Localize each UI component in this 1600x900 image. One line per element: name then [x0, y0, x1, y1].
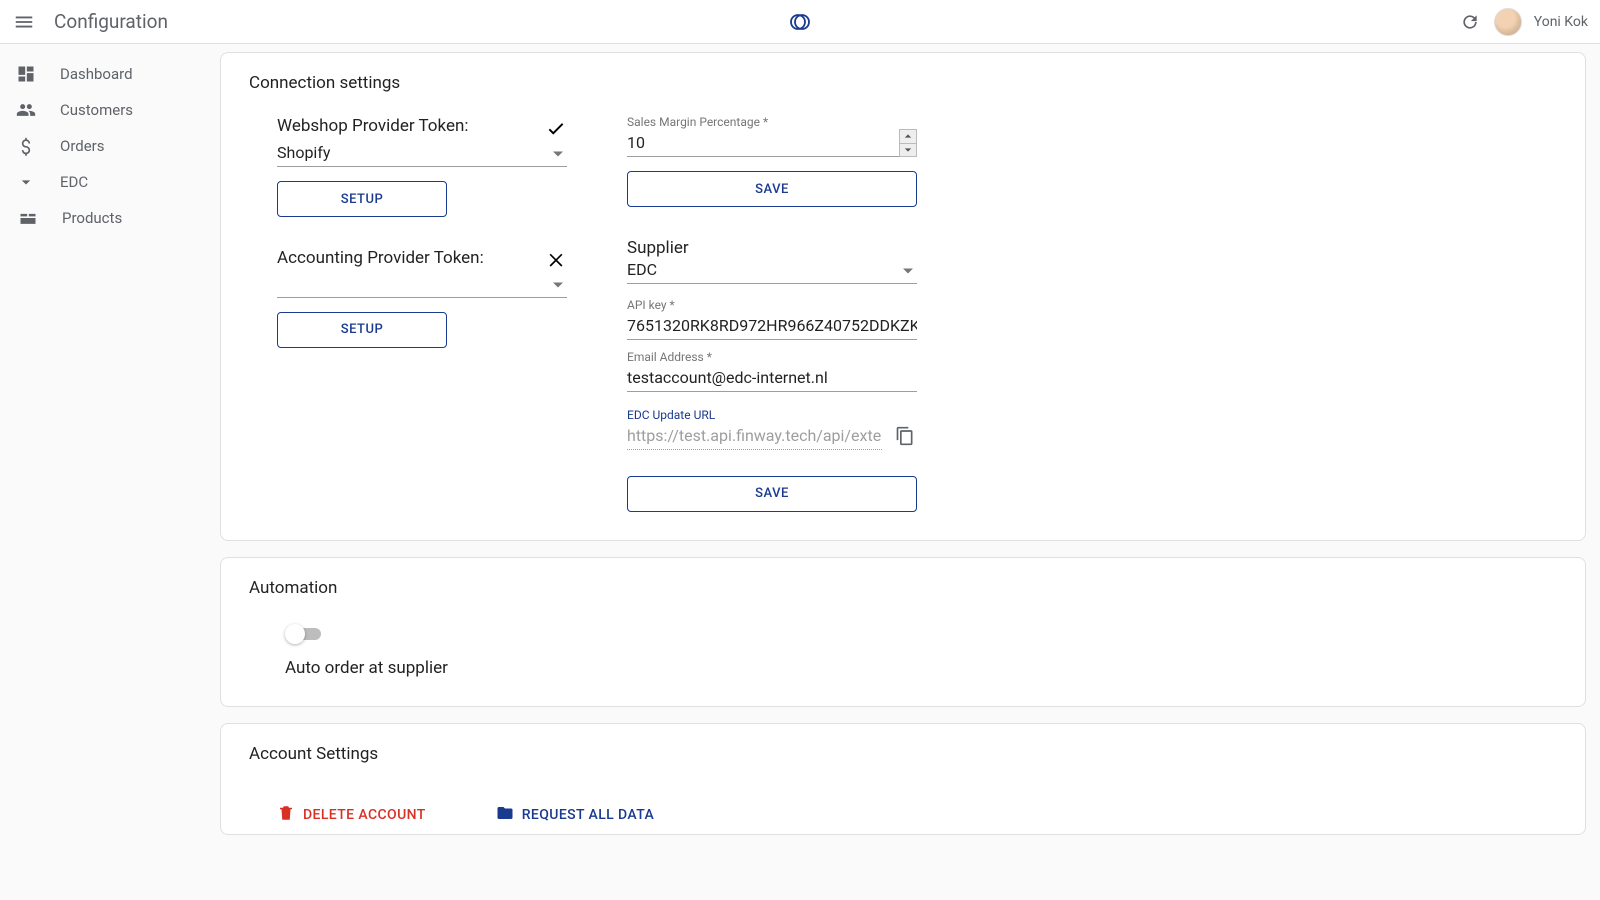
delete-account-button[interactable]: DELETE ACCOUNT: [277, 804, 426, 826]
dollar-icon: [16, 136, 36, 156]
request-data-label: REQUEST ALL DATA: [522, 807, 654, 823]
people-icon: [16, 100, 36, 120]
api-key-input[interactable]: [627, 312, 917, 340]
chevron-down-icon: [16, 172, 36, 192]
card-title: Automation: [249, 578, 1557, 598]
account-settings-card: Account Settings DELETE ACCOUNT REQUEST …: [220, 723, 1586, 835]
user-name: Yoni Kok: [1534, 14, 1588, 30]
box-icon: [18, 208, 38, 228]
accounting-setup-button[interactable]: SETUP: [277, 312, 447, 348]
sidebar-item-customers[interactable]: Customers: [0, 92, 220, 128]
supplier-select[interactable]: EDC: [627, 256, 917, 284]
top-bar: Configuration Yoni Kok: [0, 0, 1600, 44]
accounting-token-label: Accounting Provider Token:: [277, 247, 535, 270]
update-url-input[interactable]: [627, 422, 882, 450]
connection-settings-card: Connection settings Webshop Provider Tok…: [220, 52, 1586, 541]
app-logo: [788, 10, 812, 34]
card-title: Account Settings: [249, 744, 1557, 764]
close-icon: [545, 247, 567, 269]
request-data-button[interactable]: REQUEST ALL DATA: [496, 804, 654, 826]
accounting-provider-select[interactable]: [277, 270, 567, 298]
sidebar-item-label: Customers: [60, 101, 133, 119]
delete-account-label: DELETE ACCOUNT: [303, 807, 426, 823]
api-key-label: API key: [627, 298, 917, 312]
dashboard-icon: [16, 64, 36, 84]
margin-input[interactable]: [627, 129, 917, 157]
card-title: Connection settings: [249, 73, 1557, 93]
avatar[interactable]: [1494, 8, 1522, 36]
supplier-save-button[interactable]: SAVE: [627, 476, 917, 512]
spinner-down-icon[interactable]: [900, 144, 916, 157]
trash-icon: [277, 804, 295, 826]
sidebar-item-dashboard[interactable]: Dashboard: [0, 56, 220, 92]
folder-icon: [496, 804, 514, 826]
sidebar-item-label: Orders: [60, 137, 105, 155]
auto-order-switch[interactable]: [285, 624, 321, 644]
email-input[interactable]: [627, 364, 917, 392]
webshop-provider-select[interactable]: Shopify: [277, 139, 567, 167]
auto-order-label: Auto order at supplier: [285, 658, 1557, 678]
margin-label: Sales Margin Percentage: [627, 115, 917, 129]
check-icon: [545, 115, 567, 139]
copy-icon[interactable]: [892, 422, 917, 450]
webshop-setup-button[interactable]: SETUP: [277, 181, 447, 217]
menu-icon[interactable]: [12, 10, 36, 34]
number-spinner[interactable]: [899, 129, 917, 157]
spinner-up-icon[interactable]: [900, 130, 916, 144]
refresh-icon[interactable]: [1458, 10, 1482, 34]
sidebar-item-label: Dashboard: [60, 65, 133, 83]
margin-save-button[interactable]: SAVE: [627, 171, 917, 207]
sidebar: Dashboard Customers Orders EDC: [0, 44, 220, 900]
email-label: Email Address: [627, 350, 917, 364]
automation-card: Automation Auto order at supplier: [220, 557, 1586, 707]
sidebar-item-products[interactable]: Products: [0, 200, 220, 236]
sidebar-item-edc[interactable]: EDC: [0, 164, 220, 200]
main-content: Connection settings Webshop Provider Tok…: [220, 44, 1600, 900]
sidebar-item-label: EDC: [60, 173, 88, 191]
webshop-token-label: Webshop Provider Token:: [277, 115, 535, 138]
sidebar-item-orders[interactable]: Orders: [0, 128, 220, 164]
page-title: Configuration: [54, 10, 168, 33]
update-url-label: EDC Update URL: [627, 408, 917, 422]
sidebar-item-label: Products: [62, 209, 122, 227]
